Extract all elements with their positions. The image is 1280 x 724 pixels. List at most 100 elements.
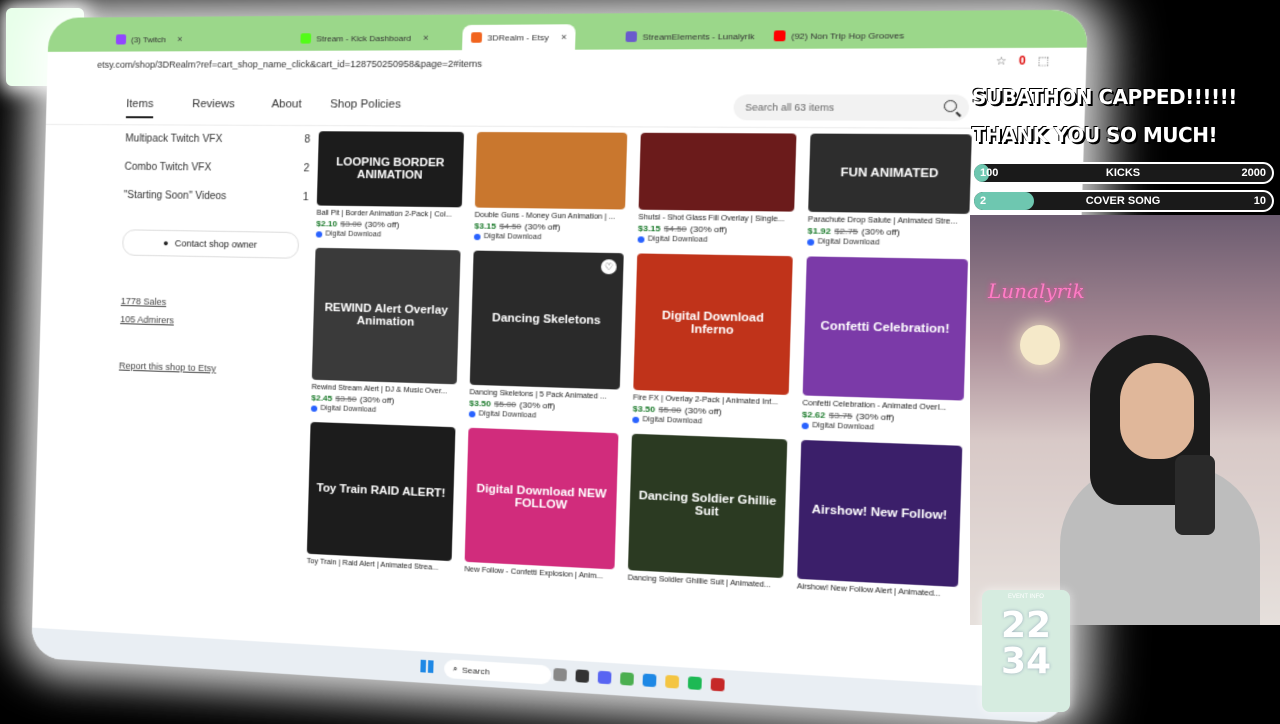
discount-label: (30% off) (684, 405, 722, 417)
download-icon (801, 422, 809, 429)
star-icon[interactable]: ☆ (996, 56, 1007, 68)
edge-icon[interactable] (642, 673, 657, 688)
windows-taskbar: ⌕ Search (31, 627, 1067, 724)
tab-streamelements[interactable]: StreamElements - Lunalyrik (616, 23, 764, 50)
address-bar[interactable]: etsy.com/shop/3DRealm?ref=cart_shop_name… (46, 47, 1087, 85)
product-card[interactable]: Airshow! New Follow! Airshow! New Follow … (797, 439, 963, 599)
product-card[interactable]: Shutsi - Shot Glass Fill Overlay | Singl… (637, 132, 797, 246)
sidebar-item-multipack[interactable]: Multipack Twitch VFX 8 (125, 124, 311, 154)
product-thumbnail[interactable]: REWIND Alert Overlay Animation (311, 247, 461, 385)
original-price: $3.00 (340, 219, 362, 229)
sale-price: $3.50 (469, 398, 492, 409)
product-card[interactable]: Digital Download NEW FOLLOW New Follow - … (464, 427, 619, 581)
download-icon (632, 416, 640, 423)
product-thumbnail[interactable]: LOOPING BORDER ANIMATION (316, 131, 465, 208)
event-info-box: EVENT INFO 22 34 (982, 590, 1070, 712)
extension-badge[interactable]: 0 (1019, 56, 1026, 68)
product-grid: LOOPING BORDER ANIMATION Ball Pit | Borde… (307, 131, 972, 599)
product-thumbnail[interactable]: Dancing Soldier Ghillie Suit (627, 433, 788, 579)
obs-icon[interactable] (575, 669, 590, 683)
taskbar-search[interactable]: ⌕ Search (443, 659, 552, 685)
tab-about[interactable]: About (271, 98, 301, 110)
spotify-icon[interactable] (687, 676, 702, 691)
product-price: $1.92 $2.75 (30% off) (807, 226, 969, 238)
product-card[interactable]: Confetti Celebration! Confetti Celebratio… (801, 256, 969, 434)
sales-link[interactable]: 1778 Sales (121, 296, 306, 311)
product-thumbnail[interactable]: Dancing Skeletons (469, 250, 624, 390)
stream-canvas: (3) Twitch × Stream - Kick Dashboard × 3DR… (0, 0, 1280, 724)
tab-youtube[interactable]: (92) Non Trip Hop Grooves (764, 22, 914, 49)
search-icon: ⌕ (452, 663, 458, 674)
product-title[interactable]: Shutsi - Shot Glass Fill Overlay | Singl… (638, 214, 794, 224)
taskview-icon[interactable] (553, 667, 567, 682)
digital-download-badge: Digital Download (315, 230, 461, 240)
sale-price: $2.10 (316, 218, 338, 229)
original-price: $2.75 (834, 226, 859, 237)
product-thumbnail[interactable]: Toy Train RAID ALERT! (306, 421, 456, 562)
sale-price: $3.15 (637, 223, 661, 234)
tab-etsy[interactable]: 3DRealm - Etsy × (462, 24, 577, 51)
neon-sign: Lunalyrik (988, 279, 1085, 303)
streamelements-icon (625, 31, 638, 43)
product-thumbnail[interactable]: Digital Download NEW FOLLOW (464, 427, 619, 570)
product-title[interactable]: Double Guns - Money Gun Animation | ... (475, 212, 625, 221)
product-thumbnail[interactable]: Confetti Celebration! (802, 256, 969, 401)
tab-twitch[interactable]: (3) Twitch × (108, 27, 191, 52)
digital-download-badge: Digital Download (473, 233, 624, 243)
windows-start-icon[interactable] (420, 659, 434, 674)
discount-label: (30% off) (359, 394, 395, 406)
chrome-icon[interactable] (620, 672, 634, 686)
app-icon[interactable] (710, 677, 725, 692)
product-thumbnail[interactable]: Digital Download Inferno (633, 253, 793, 395)
folder-icon[interactable] (665, 674, 680, 689)
tab-shop-policies[interactable]: Shop Policies (330, 98, 401, 111)
captured-browser-window: (3) Twitch × Stream - Kick Dashboard × 3DR… (31, 9, 1088, 724)
discount-label: (30% off) (364, 219, 400, 230)
product-card[interactable]: Toy Train RAID ALERT! Toy Train | Raid Al… (306, 421, 456, 573)
discount-label: (30% off) (689, 224, 728, 235)
youtube-icon (773, 30, 786, 42)
product-card[interactable]: REWIND Alert Overlay Animation Rewind Str… (310, 247, 461, 417)
product-card[interactable]: LOOPING BORDER ANIMATION Ball Pit | Borde… (315, 131, 465, 240)
download-icon (468, 410, 476, 417)
product-title[interactable]: Ball Pit | Border Animation 2-Pack | Col… (316, 210, 461, 219)
tab-reviews[interactable]: Reviews (192, 98, 235, 110)
twitch-icon (115, 34, 127, 45)
streamer-face (1120, 363, 1194, 459)
product-thumbnail[interactable] (638, 132, 797, 212)
product-card[interactable]: Dancing Soldier Ghillie Suit Dancing Sold… (627, 433, 788, 590)
sidebar-item-starting-soon[interactable]: "Starting Soon" Videos 1 (123, 181, 309, 212)
goal-bar-kicks: 100 KICKS 2000 (972, 162, 1274, 184)
shop-search-input[interactable]: Search all 63 items (733, 94, 970, 122)
sale-price: $3.50 (632, 403, 656, 415)
admirers-link[interactable]: 105 Admirers (120, 314, 305, 329)
product-card[interactable]: Double Guns - Money Gun Animation | ... $… (473, 131, 628, 243)
contact-shop-owner-button[interactable]: ● Contact shop owner (122, 229, 300, 259)
product-card[interactable]: Dancing Skeletons ♡ Dancing Skeletons | 5 … (468, 250, 624, 423)
tab-items[interactable]: Items (125, 98, 154, 119)
product-card[interactable]: Digital Download Inferno Fire FX | Overla… (632, 253, 793, 428)
download-icon (315, 230, 323, 238)
original-price: $5.00 (494, 399, 517, 410)
product-card[interactable]: FUN ANIMATED Parachute Drop Salute | Anim… (807, 133, 972, 249)
close-icon[interactable]: × (177, 34, 183, 44)
original-price: $4.50 (663, 223, 687, 234)
search-icon[interactable] (943, 100, 958, 113)
product-thumbnail[interactable]: FUN ANIMATED (808, 133, 972, 214)
report-shop-link[interactable]: Report this shop to Etsy (119, 360, 304, 376)
product-thumbnail[interactable] (474, 131, 628, 210)
shop-nav: Items Reviews About Shop Policies Search… (45, 83, 1086, 130)
browser-tab-strip: (3) Twitch × Stream - Kick Dashboard × 3DR… (47, 9, 1088, 52)
close-icon[interactable]: × (423, 33, 429, 43)
discord-icon[interactable] (597, 670, 612, 685)
close-icon[interactable]: × (561, 32, 567, 43)
product-price: $3.15 $4.50 (30% off) (474, 221, 624, 233)
tab-kick[interactable]: Stream - Kick Dashboard × (292, 25, 438, 51)
url-text[interactable]: etsy.com/shop/3DRealm?ref=cart_shop_name… (97, 58, 482, 69)
extensions-icon[interactable]: ⬚ (1038, 56, 1050, 68)
sidebar-item-combo[interactable]: Combo Twitch VFX 2 (124, 153, 310, 183)
chat-icon: ● (162, 238, 169, 249)
product-title[interactable]: Parachute Drop Salute | Animated Stre... (808, 216, 970, 226)
product-thumbnail[interactable]: Airshow! New Follow! (797, 439, 963, 588)
digital-download-badge: Digital Download (637, 235, 794, 245)
